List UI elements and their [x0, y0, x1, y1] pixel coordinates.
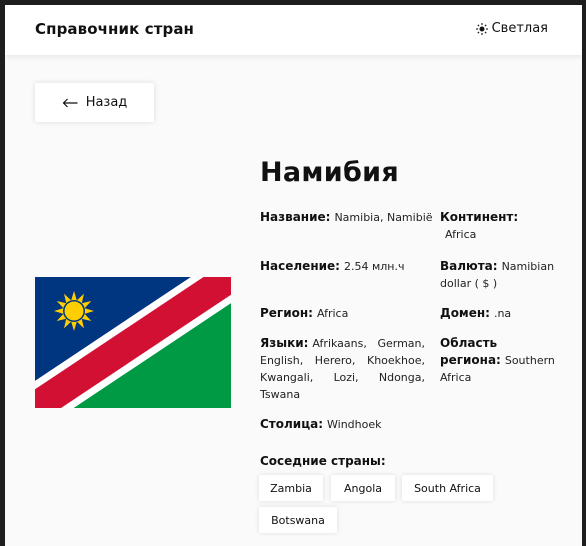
field-native-name: Название: Namibia, Namibië	[260, 209, 440, 226]
field-region-label: Регион:	[260, 306, 313, 320]
neighbor-chip-angola[interactable]: Angola	[331, 475, 395, 501]
field-native-name-value: Namibia, Namibië	[334, 211, 433, 224]
field-population: Население: 2.54 млн.ч	[260, 258, 440, 275]
theme-toggle-label: Светлая	[491, 21, 548, 36]
back-button-label: Назад	[85, 95, 128, 110]
field-domain-value: .na	[493, 307, 512, 320]
field-capital-value: Windhoek	[327, 418, 382, 431]
neighbors-label: Соседние страны:	[260, 454, 386, 468]
app-header: Справочник стран Светлая	[5, 5, 582, 55]
field-domain: Домен: .na	[440, 305, 565, 322]
field-languages-label: Языки:	[260, 336, 309, 350]
neighbor-chip-south-africa[interactable]: South Africa	[402, 475, 493, 501]
field-continent-label: Континент:	[440, 210, 519, 224]
field-region-value: Africa	[316, 307, 349, 320]
arrow-left-icon	[62, 98, 78, 107]
field-domain-label: Домен:	[440, 306, 490, 320]
field-languages: Языки: Afrikaans, German, English, Herero…	[260, 335, 425, 403]
field-continent: Континент: Africa	[440, 209, 565, 243]
field-subregion-label: Область региона:	[440, 336, 501, 367]
field-currency-label: Валюта:	[440, 259, 498, 273]
field-region: Регион: Africa	[260, 305, 440, 322]
field-native-name-label: Название:	[260, 210, 331, 224]
neighbor-chip-botswana[interactable]: Botswana	[259, 507, 337, 533]
neighbor-chip-zambia[interactable]: Zambia	[259, 475, 323, 501]
field-population-label: Население:	[260, 259, 340, 273]
field-capital-label: Столица:	[260, 417, 323, 431]
field-subregion: Область региона: Southern Africa	[440, 335, 565, 386]
field-population-value: 2.54 млн.ч	[343, 260, 405, 273]
field-capital: Столица: Windhoek	[260, 416, 460, 433]
country-flag	[35, 277, 231, 408]
theme-toggle-button[interactable]: Светлая	[475, 21, 548, 36]
field-currency: Валюта: Namibian dollar ( $ )	[440, 258, 565, 292]
app-frame: Справочник стран Светлая Назад Намибия Н…	[5, 5, 582, 546]
field-continent-value: Africa	[445, 228, 477, 241]
back-button[interactable]: Назад	[35, 83, 154, 122]
app-title: Справочник стран	[35, 20, 195, 38]
country-name: Намибия	[260, 157, 400, 188]
sun-icon	[475, 22, 488, 35]
